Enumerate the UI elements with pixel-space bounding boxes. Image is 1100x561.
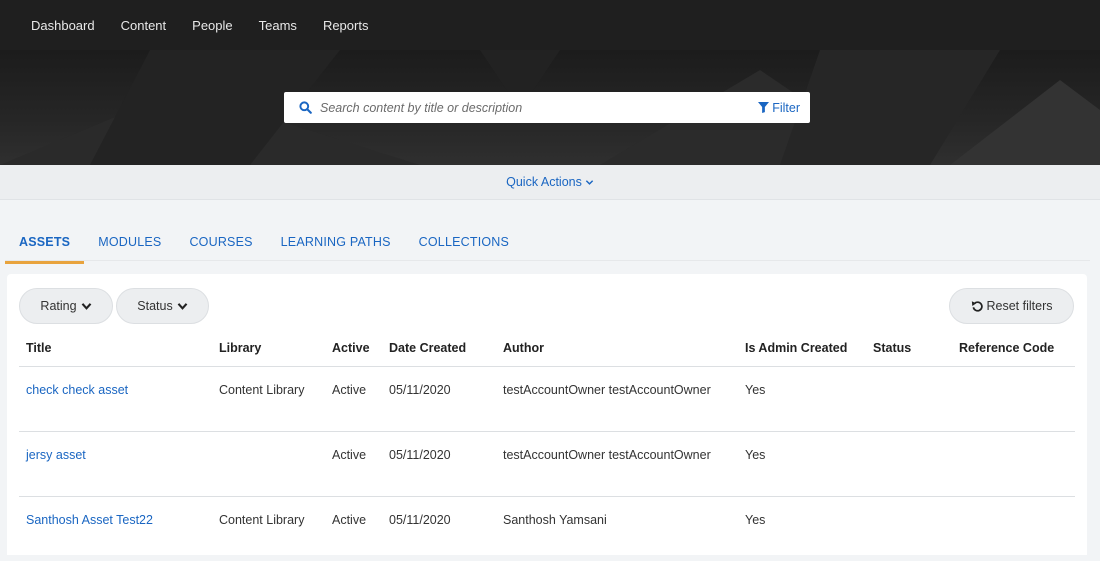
search-icon: [290, 101, 320, 114]
cell-reference-code: [952, 496, 1075, 561]
content-type-tabs: ASSETS MODULES COURSES LEARNING PATHS CO…: [5, 225, 523, 264]
cell-is-admin-created: Yes: [738, 366, 866, 432]
chevron-down-icon: [81, 302, 91, 310]
cell-reference-code: [952, 366, 1075, 432]
chevron-down-icon: [177, 302, 188, 310]
quick-actions-bar: Quick Actions: [0, 165, 1100, 200]
column-header-reference-code[interactable]: Reference Code: [952, 330, 1075, 367]
assets-card: Rating Status Reset filters Title Librar…: [7, 274, 1087, 555]
cell-library: [212, 431, 325, 497]
cell-author: testAccountOwner testAccountOwner: [496, 366, 738, 432]
asset-title-link[interactable]: check check asset: [26, 383, 128, 397]
cell-title: jersy asset: [19, 431, 212, 497]
tab-collections[interactable]: COLLECTIONS: [405, 225, 523, 261]
cell-status: [866, 496, 952, 561]
filter-button[interactable]: Filter: [758, 101, 800, 115]
status-filter-label: Status: [137, 299, 173, 313]
top-nav: Dashboard Content People Teams Reports: [0, 0, 1100, 50]
cell-date-created: 05/11/2020: [382, 431, 496, 497]
tab-assets[interactable]: ASSETS: [5, 225, 85, 264]
search-bar: Filter: [284, 92, 810, 123]
cell-library: Content Library: [219, 512, 305, 527]
asset-title-link[interactable]: jersy asset: [26, 448, 86, 462]
tabs-divider: [5, 260, 1090, 261]
cell-author: Santhosh Yamsani: [503, 512, 607, 527]
column-header-author[interactable]: Author: [496, 330, 738, 367]
cell-reference-code: [952, 431, 1075, 497]
quick-actions-toggle[interactable]: Quick Actions: [506, 175, 594, 189]
rating-filter-button[interactable]: Rating: [19, 288, 113, 324]
column-header-active[interactable]: Active: [325, 330, 382, 367]
cell-title: check check asset: [19, 366, 212, 432]
reset-filters-button[interactable]: Reset filters: [949, 288, 1074, 324]
cell-status: [866, 366, 952, 432]
table-row[interactable]: Santhosh Asset Test22 Content Library Ac…: [19, 496, 1075, 561]
column-header-date-created[interactable]: Date Created: [382, 330, 496, 367]
cell-title: Santhosh Asset Test22: [19, 496, 212, 561]
cell-active: Active: [332, 512, 367, 527]
cell-status: [866, 431, 952, 497]
filter-icon: [758, 102, 770, 113]
assets-table: Title Library Active Date Created Author…: [19, 330, 1075, 561]
nav-item-dashboard[interactable]: Dashboard: [31, 18, 95, 33]
quick-actions-label: Quick Actions: [506, 175, 582, 189]
tab-learning-paths[interactable]: LEARNING PATHS: [267, 225, 405, 261]
cell-library: Content Library: [212, 366, 325, 432]
table-header-row: Title Library Active Date Created Author…: [19, 330, 1075, 367]
cell-author: testAccountOwner testAccountOwner: [496, 431, 738, 497]
status-filter-button[interactable]: Status: [116, 288, 209, 324]
cell-active: Active: [325, 431, 382, 497]
chevron-down-icon: [585, 179, 594, 185]
asset-title-link[interactable]: Santhosh Asset Test22: [26, 513, 153, 527]
column-header-library[interactable]: Library: [212, 330, 325, 367]
cell-is-admin-created: Yes: [738, 431, 866, 497]
tab-courses[interactable]: COURSES: [175, 225, 266, 261]
nav-item-content[interactable]: Content: [121, 18, 167, 33]
filter-label: Filter: [772, 100, 800, 115]
rating-filter-label: Rating: [40, 299, 77, 313]
nav-item-reports[interactable]: Reports: [323, 18, 369, 33]
column-header-is-admin-created[interactable]: Is Admin Created: [738, 330, 866, 367]
column-header-status[interactable]: Status: [866, 330, 952, 367]
column-header-title[interactable]: Title: [19, 330, 212, 367]
search-input[interactable]: [320, 100, 759, 115]
table-row[interactable]: jersy asset Active 05/11/2020 testAccoun…: [19, 431, 1075, 497]
tab-modules[interactable]: MODULES: [84, 225, 175, 261]
reset-filters-label: Reset filters: [986, 299, 1053, 313]
hero-banner: Filter: [0, 50, 1100, 165]
table-row[interactable]: check check asset Content Library Active…: [19, 366, 1075, 432]
cell-date-created: 05/11/2020: [389, 512, 451, 527]
nav-item-people[interactable]: People: [192, 18, 232, 33]
cell-active: Active: [325, 366, 382, 432]
reset-icon: [971, 301, 983, 312]
cell-date-created: 05/11/2020: [382, 366, 496, 432]
cell-is-admin-created: Yes: [745, 512, 766, 527]
nav-item-teams[interactable]: Teams: [259, 18, 297, 33]
